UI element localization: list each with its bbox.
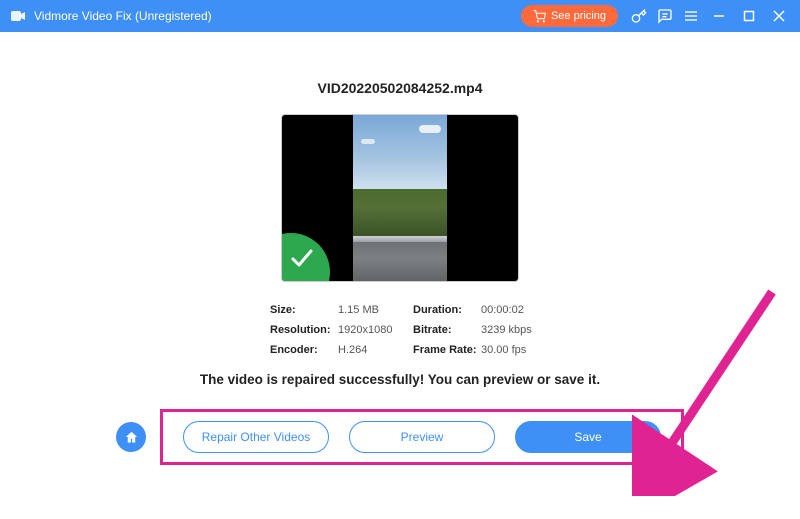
- repair-other-button[interactable]: Repair Other Videos: [183, 421, 329, 453]
- video-preview[interactable]: [281, 114, 519, 282]
- maximize-button[interactable]: [734, 0, 764, 32]
- metadata-grid: Size: 1.15 MB Duration: 00:00:02 Resolut…: [270, 304, 530, 356]
- app-logo-icon: [10, 8, 26, 24]
- actions-row: Repair Other Videos Preview Save: [0, 409, 800, 465]
- preview-button[interactable]: Preview: [349, 421, 495, 453]
- bitrate-label: Bitrate:: [413, 324, 481, 336]
- app-title: Vidmore Video Fix (Unregistered): [34, 9, 212, 23]
- encoder-value: H.264: [338, 344, 413, 356]
- save-button[interactable]: Save: [515, 421, 661, 453]
- resolution-value: 1920x1080: [338, 324, 413, 336]
- file-name: VID20220502084252.mp4: [0, 80, 800, 96]
- success-badge: [281, 233, 330, 282]
- see-pricing-button[interactable]: See pricing: [521, 5, 618, 27]
- framerate-value: 30.00 fps: [481, 344, 536, 356]
- bitrate-value: 3239 kbps: [481, 324, 536, 336]
- feedback-icon[interactable]: [652, 0, 678, 32]
- size-value: 1.15 MB: [338, 304, 413, 316]
- encoder-label: Encoder:: [270, 344, 338, 356]
- preview-label: Preview: [401, 430, 444, 444]
- minimize-button[interactable]: [704, 0, 734, 32]
- duration-label: Duration:: [413, 304, 481, 316]
- video-thumbnail: [353, 115, 447, 282]
- cart-icon: [533, 10, 546, 23]
- close-button[interactable]: [764, 0, 794, 32]
- size-label: Size:: [270, 304, 338, 316]
- actions-highlight: Repair Other Videos Preview Save: [160, 409, 684, 465]
- home-button[interactable]: [116, 422, 146, 452]
- main-content: VID20220502084252.mp4 Size: 1.15 MB Dura…: [0, 32, 800, 519]
- resolution-label: Resolution:: [270, 324, 338, 336]
- repair-other-label: Repair Other Videos: [202, 430, 311, 444]
- pricing-label: See pricing: [551, 10, 606, 22]
- checkmark-icon: [290, 247, 314, 271]
- menu-icon[interactable]: [678, 0, 704, 32]
- status-message: The video is repaired successfully! You …: [0, 372, 800, 387]
- framerate-label: Frame Rate:: [413, 344, 481, 356]
- save-label: Save: [574, 430, 601, 444]
- duration-value: 00:00:02: [481, 304, 536, 316]
- key-icon[interactable]: [626, 0, 652, 32]
- home-icon: [124, 430, 139, 445]
- titlebar: Vidmore Video Fix (Unregistered) See pri…: [0, 0, 800, 32]
